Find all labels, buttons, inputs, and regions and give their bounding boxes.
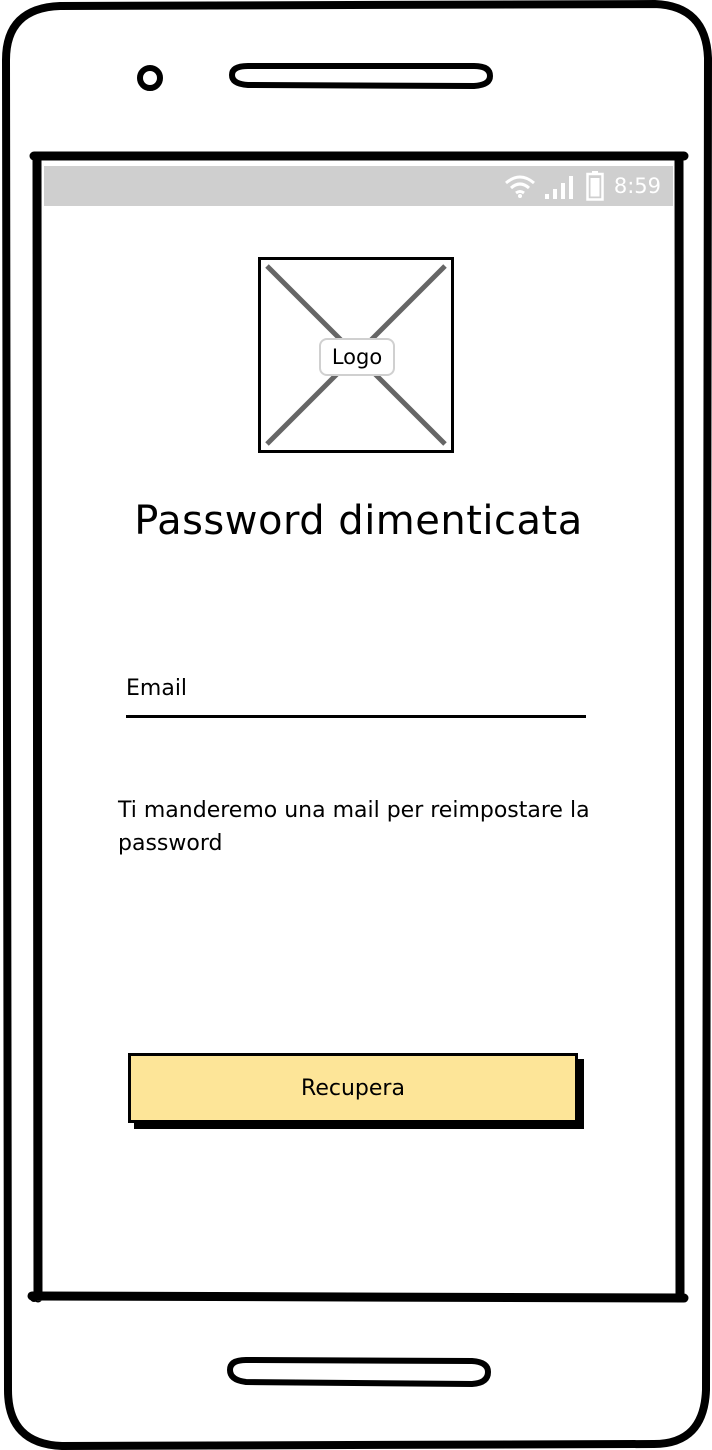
status-icons: 8:59 — [504, 171, 661, 201]
status-bar: 8:59 — [44, 166, 673, 206]
helper-text: Ti manderemo una mail per reimpostare la… — [118, 798, 590, 856]
email-field[interactable]: Email — [126, 670, 586, 718]
page-title: Password dimenticata — [134, 498, 583, 544]
phone-screen: 8:59 Logo Password dimenticata Email Ti … — [44, 166, 673, 1286]
camera-icon — [137, 65, 163, 91]
wifi-icon — [504, 175, 535, 198]
logo-label: Logo — [319, 338, 395, 376]
status-time: 8:59 — [613, 174, 661, 198]
signal-icon — [544, 176, 573, 199]
logo-placeholder: Logo — [258, 257, 454, 453]
battery-icon — [586, 171, 604, 201]
email-field-label: Email — [126, 676, 188, 701]
recover-button[interactable]: Recupera — [128, 1053, 578, 1123]
